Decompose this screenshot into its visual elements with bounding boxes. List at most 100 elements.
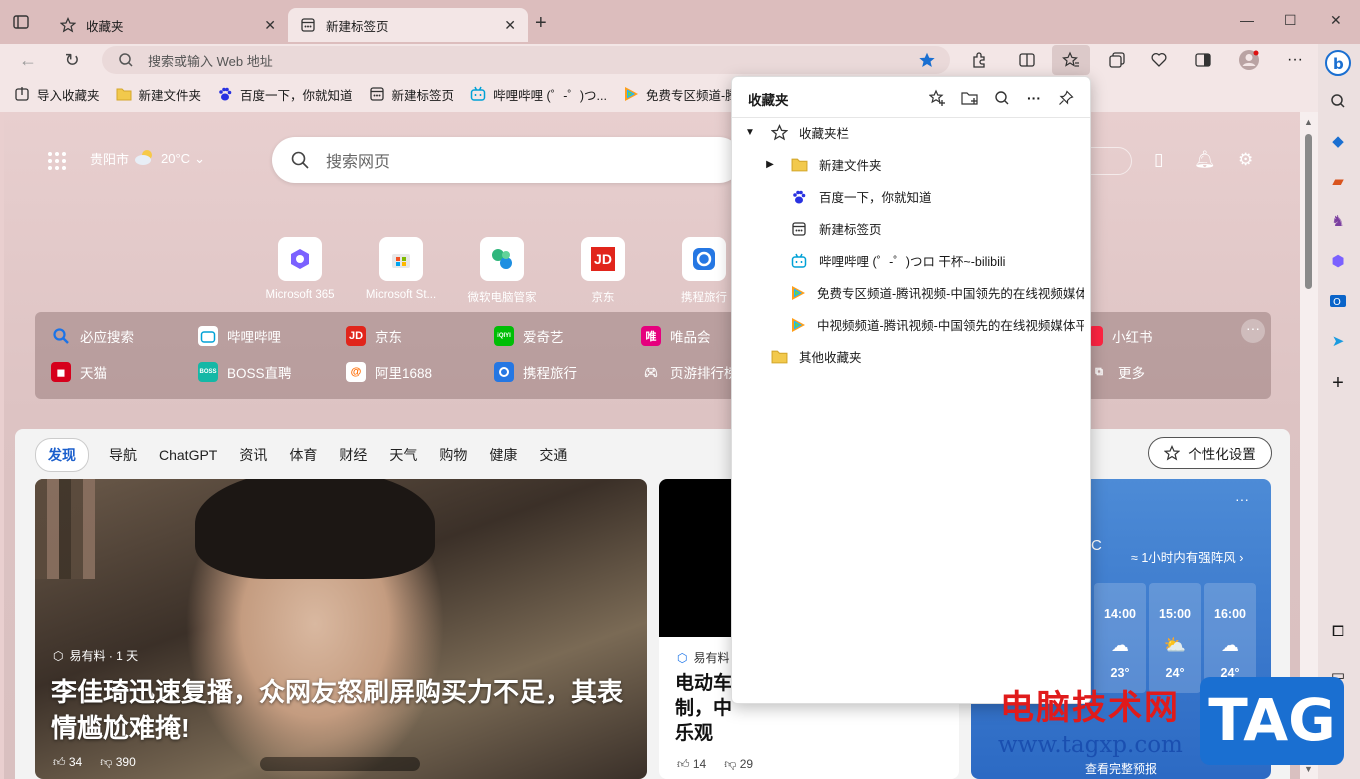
web-search-box[interactable]: 搜索网页 — [272, 137, 742, 183]
extensions-icon[interactable] — [968, 49, 990, 71]
search-icon[interactable] — [1327, 90, 1349, 112]
tab-actions-icon[interactable] — [12, 13, 30, 31]
send-icon[interactable]: ➤ — [1327, 330, 1349, 352]
feed-tab-shopping[interactable]: 购物 — [439, 445, 467, 465]
link-boss[interactable]: BOSS BOSS直聘 — [198, 362, 292, 382]
close-window-button[interactable]: ✕ — [1330, 12, 1342, 29]
add-favorite-icon[interactable] — [927, 87, 949, 109]
favorite-item[interactable]: 中视频频道-腾讯视频-中国领先的在线视频媒体平台 — [790, 315, 1084, 334]
pc-manager-icon — [480, 237, 524, 281]
favorite-item[interactable]: 百度一下，你就知道 — [790, 187, 932, 206]
link-more[interactable]: ⧉ 更多 — [1089, 362, 1145, 382]
personalize-button[interactable]: 个性化设置 — [1148, 437, 1272, 469]
performance-icon[interactable] — [1148, 49, 1170, 71]
add-folder-icon[interactable] — [959, 87, 981, 109]
app-launcher-icon[interactable] — [48, 152, 66, 170]
copilot-icon[interactable]: b — [1325, 48, 1351, 78]
collections-icon[interactable] — [1106, 49, 1128, 71]
link-bilibili[interactable]: 哔哩哔哩 — [198, 326, 281, 346]
feed-tab-news[interactable]: 资讯 — [239, 445, 267, 465]
refresh-button[interactable]: ↻ — [62, 50, 82, 70]
link-vip[interactable]: 唯 唯品会 — [641, 326, 711, 346]
tools-icon[interactable]: ▰ — [1327, 170, 1349, 192]
settings-more-icon[interactable]: ··· — [1284, 49, 1306, 71]
quick-tile-pc-manager[interactable]: 微软电脑管家 — [458, 237, 546, 305]
quick-tile-microsoft-365[interactable]: Microsoft 365 — [256, 237, 344, 301]
sparkle-icon — [1163, 445, 1181, 461]
close-icon[interactable]: ✕ — [504, 17, 516, 34]
favorites-icon[interactable] — [1052, 45, 1090, 75]
tab-favorites[interactable]: 收藏夹 ✕ — [48, 8, 288, 42]
fav-bilibili[interactable]: 哔哩哔哩 (゜-゜)つ... — [470, 85, 607, 104]
add-icon[interactable]: + — [1327, 372, 1349, 394]
favorite-item[interactable]: 新建标签页 — [790, 219, 882, 238]
link-jd[interactable]: JD 京东 — [346, 326, 402, 346]
close-icon[interactable]: ✕ — [264, 17, 276, 34]
outlook-icon[interactable]: O — [1327, 290, 1349, 312]
full-forecast-link[interactable]: 查看完整预报 — [1085, 760, 1157, 777]
browser-essentials-icon[interactable] — [1192, 49, 1214, 71]
scroll-thumb[interactable] — [1305, 134, 1312, 289]
feed-tab-nav[interactable]: 导航 — [109, 445, 137, 465]
feed-tab-finance[interactable]: 财经 — [339, 445, 367, 465]
feed-tab-health[interactable]: 健康 — [489, 445, 517, 465]
bilibili-icon — [470, 86, 486, 102]
more-options-icon[interactable]: ··· — [1023, 87, 1045, 109]
favorites-bar-folder[interactable]: ▼ 收藏夹栏 — [744, 123, 849, 142]
link-bing[interactable]: 必应搜索 — [51, 326, 134, 346]
quick-tile-jd[interactable]: JD 京东 — [559, 237, 647, 305]
dislike-button[interactable]: 👎︎ 29 — [724, 757, 753, 772]
feed-tab-discover[interactable]: 发现 — [35, 438, 89, 472]
link-ctrip[interactable]: 携程旅行 — [494, 362, 577, 382]
back-button[interactable]: ← — [18, 50, 38, 70]
fav-baidu[interactable]: 百度一下，你就知道 — [217, 85, 353, 104]
like-button[interactable]: 👍︎ 34 — [53, 755, 82, 770]
profile-avatar[interactable] — [1238, 49, 1260, 71]
link-tmall[interactable]: ◼ 天猫 — [51, 362, 107, 382]
quick-tile-microsoft-store[interactable]: Microsoft St... — [357, 237, 445, 301]
gear-icon[interactable]: ⚙ — [1238, 150, 1253, 170]
scroll-up-icon[interactable]: ▲ — [1304, 117, 1313, 127]
caret-right-icon[interactable]: ▶ — [764, 159, 776, 170]
address-bar[interactable]: 搜索或输入 Web 地址 — [102, 46, 950, 74]
weather-widget[interactable]: 贵阳市 20°C ⌄ — [90, 148, 205, 169]
shopping-tag-icon[interactable]: ◆ — [1327, 130, 1349, 152]
m365-icon[interactable]: ⬢ — [1327, 250, 1349, 272]
weather-more-button[interactable]: ··· — [1235, 491, 1249, 507]
feed-tab-chatgpt[interactable]: ChatGPT — [159, 447, 217, 463]
links-more-button[interactable]: ··· — [1241, 319, 1265, 343]
maximize-button[interactable]: ☐ — [1284, 12, 1297, 29]
scroll-down-icon[interactable]: ▼ — [1304, 764, 1313, 774]
feed-tab-traffic[interactable]: 交通 — [539, 445, 567, 465]
favorite-star-icon[interactable] — [918, 51, 936, 69]
caret-down-icon[interactable]: ▼ — [744, 127, 756, 138]
feed-tab-weather[interactable]: 天气 — [389, 445, 417, 465]
other-favorites-folder[interactable]: 其他收藏夹 — [770, 347, 862, 366]
split-screen-icon[interactable] — [1016, 49, 1038, 71]
dislike-button[interactable]: 👎︎ 390 — [100, 755, 136, 770]
games-icon[interactable]: ♞ — [1327, 210, 1349, 232]
carousel-dots[interactable] — [260, 757, 420, 771]
favorite-item[interactable]: 哔哩哔哩 (゜-゜)つロ 干杯~-bilibili — [790, 251, 1005, 270]
feed-tab-sports[interactable]: 体育 — [289, 445, 317, 465]
hero-article-card[interactable]: ⬡ 易有料 · 1 天 李佳琦迅速复播，众网友怒刷屏购买力不足，其表情尴尬难掩!… — [35, 479, 647, 779]
fav-newtab[interactable]: 新建标签页 — [369, 85, 454, 104]
pin-icon[interactable] — [1055, 87, 1077, 109]
favorite-folder-item[interactable]: ▶ 新建文件夹 — [764, 155, 882, 174]
phone-icon[interactable]: ▯ — [1154, 150, 1163, 170]
fav-folder[interactable]: 新建文件夹 — [116, 85, 201, 104]
link-xiaohongshu[interactable]: 小红书 — [1089, 326, 1153, 346]
like-button[interactable]: 👍︎ 14 — [677, 757, 706, 772]
favorite-item[interactable]: 免费专区频道-腾讯视频-中国领先的在线视频媒体平 — [790, 283, 1084, 302]
new-tab-button[interactable]: + — [535, 13, 547, 33]
minimize-button[interactable]: — — [1240, 12, 1254, 28]
tab-strip: 收藏夹 ✕ 新建标签页 ✕ + — ☐ ✕ — [0, 0, 1360, 44]
search-icon[interactable] — [991, 87, 1013, 109]
link-webgames[interactable]: 🎮︎ 页游排行榜 — [641, 362, 737, 382]
link-1688[interactable]: @ 阿里1688 — [346, 362, 432, 382]
bell-icon[interactable]: 🔔︎ — [1194, 150, 1216, 170]
link-iqiyi[interactable]: iQIYI 爱奇艺 — [494, 326, 564, 346]
screenshot-icon[interactable]: ⧠ — [1327, 620, 1349, 642]
fav-import[interactable]: 导入收藏夹 — [14, 85, 100, 104]
tab-new-tab[interactable]: 新建标签页 ✕ — [288, 8, 528, 42]
